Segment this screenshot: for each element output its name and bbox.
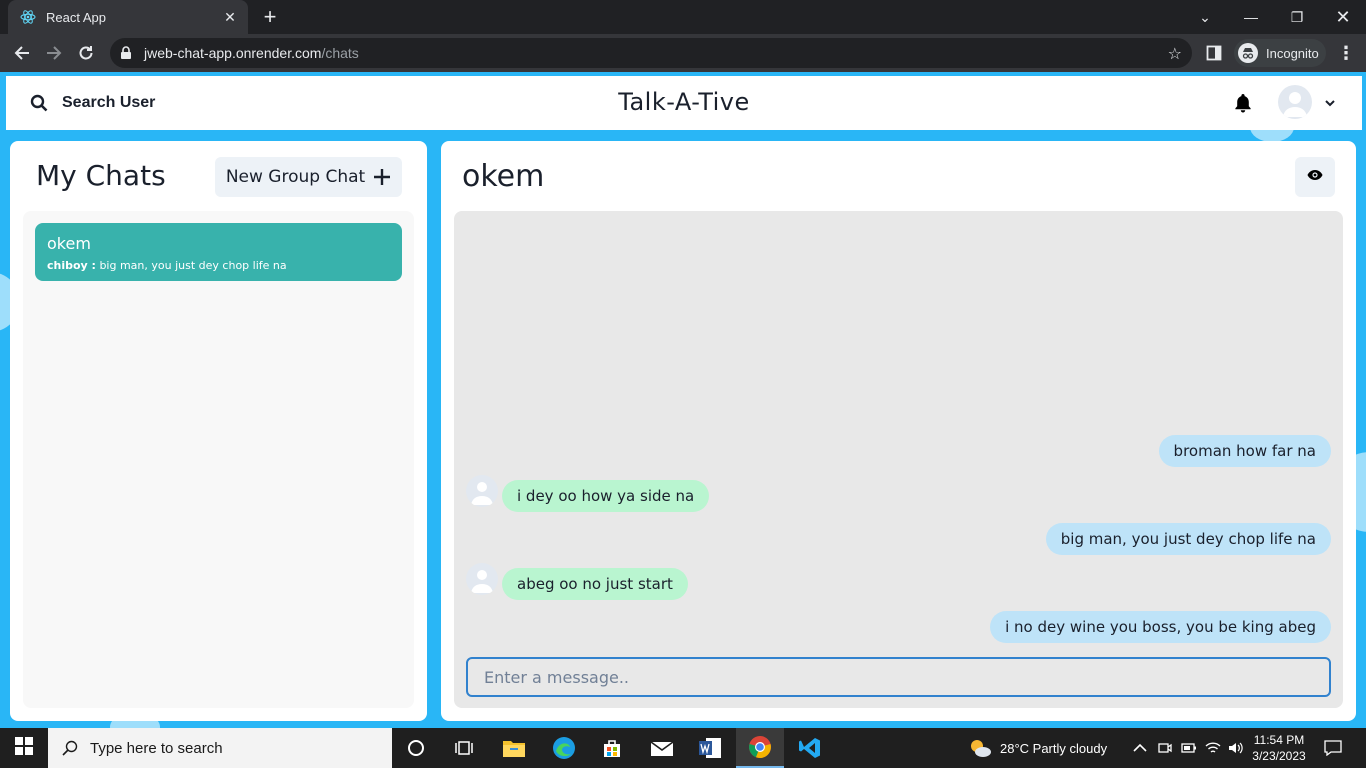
chat-item-name: okem bbox=[47, 234, 91, 253]
microsoft-store-icon[interactable] bbox=[588, 728, 636, 768]
volume-icon[interactable] bbox=[1228, 728, 1244, 768]
sender-avatar bbox=[466, 563, 498, 595]
minimize-button[interactable]: — bbox=[1228, 0, 1274, 34]
profile-menu-button[interactable] bbox=[1278, 85, 1336, 119]
new-group-chat-button[interactable]: New Group Chat bbox=[215, 157, 402, 197]
new-group-chat-label: New Group Chat bbox=[225, 167, 366, 187]
app-header: Search User Talk-A-Tive bbox=[6, 76, 1362, 130]
taskbar-search-placeholder: Type here to search bbox=[90, 739, 223, 757]
taskbar-clock[interactable]: 11:54 PM 3/23/2023 bbox=[1248, 732, 1310, 764]
word-icon[interactable] bbox=[686, 728, 734, 768]
side-panel-icon[interactable] bbox=[1202, 41, 1226, 65]
partly-cloudy-icon bbox=[968, 737, 992, 759]
chat-item-latest-message: chiboy : big man, you just dey chop life… bbox=[47, 259, 390, 272]
message-bubble-received: i dey oo how ya side na bbox=[502, 480, 710, 512]
task-view-icon[interactable] bbox=[440, 728, 488, 768]
incognito-label: Incognito bbox=[1266, 45, 1319, 61]
browser-toolbar: jweb-chat-app.onrender.com/chats ☆ Incog… bbox=[0, 34, 1366, 72]
windows-taskbar: Type here to search 28°C Partly cloudy 1… bbox=[0, 728, 1366, 768]
chat-header-name: okem bbox=[462, 159, 545, 194]
battery-icon[interactable] bbox=[1181, 728, 1197, 768]
react-logo-icon bbox=[20, 9, 36, 25]
chat-list: okem chiboy : big man, you just dey chop… bbox=[23, 211, 414, 708]
message-bubble-sent: big man, you just dey chop life na bbox=[1045, 523, 1331, 555]
windows-logo-icon bbox=[15, 736, 33, 760]
lock-icon bbox=[120, 46, 134, 60]
clock-time: 11:54 PM bbox=[1253, 733, 1305, 747]
weather-text: 28°C Partly cloudy bbox=[1000, 740, 1108, 756]
app-title: Talk-A-Tive bbox=[618, 88, 750, 116]
browser-tab[interactable]: React App ✕ bbox=[8, 0, 248, 34]
view-profile-button[interactable] bbox=[1295, 157, 1335, 197]
incognito-badge[interactable]: Incognito bbox=[1234, 39, 1326, 67]
latest-message-sender: chiboy : bbox=[47, 259, 96, 272]
notifications-icon[interactable] bbox=[1324, 728, 1342, 768]
message-input[interactable] bbox=[466, 657, 1331, 697]
taskbar-search-box[interactable]: Type here to search bbox=[48, 728, 392, 768]
browser-menu-icon[interactable]: ⋮ bbox=[1334, 41, 1358, 65]
edge-browser-icon[interactable] bbox=[540, 728, 588, 768]
url-path: /chats bbox=[321, 45, 359, 61]
chat-list-item[interactable]: okem chiboy : big man, you just dey chop… bbox=[35, 223, 402, 281]
messages-area: broman how far na i dey oo how ya side n… bbox=[454, 211, 1343, 708]
chevron-down-icon bbox=[1324, 96, 1336, 108]
mail-icon[interactable] bbox=[638, 728, 686, 768]
avatar bbox=[1278, 85, 1312, 119]
restore-button[interactable]: ❐ bbox=[1274, 0, 1320, 34]
cortana-icon[interactable] bbox=[392, 728, 440, 768]
chrome-icon[interactable] bbox=[736, 728, 784, 768]
search-icon bbox=[62, 740, 78, 756]
new-tab-button[interactable]: + bbox=[258, 5, 282, 29]
sender-avatar bbox=[466, 475, 498, 507]
eye-icon bbox=[1307, 168, 1323, 186]
my-chats-title: My Chats bbox=[36, 159, 166, 192]
notification-bell-icon[interactable] bbox=[1232, 92, 1254, 114]
tray-overflow-chevron-icon[interactable] bbox=[1133, 728, 1147, 768]
page-viewport: Search User Talk-A-Tive My Chats New Gro… bbox=[0, 72, 1366, 728]
message-bubble-sent: i no dey wine you boss, you be king abeg bbox=[990, 611, 1331, 643]
start-button[interactable] bbox=[0, 728, 48, 768]
tab-search-chevron-icon[interactable]: ⌄ bbox=[1182, 0, 1228, 34]
browser-tab-bar: React App ✕ + ⌄ — ❐ ✕ bbox=[0, 0, 1366, 34]
chat-panel: okem broman how far na i dey oo how ya s… bbox=[441, 141, 1356, 721]
bookmark-star-icon[interactable]: ☆ bbox=[1168, 44, 1182, 64]
address-bar[interactable]: jweb-chat-app.onrender.com/chats ☆ bbox=[110, 38, 1192, 68]
weather-widget[interactable]: 28°C Partly cloudy bbox=[968, 728, 1107, 768]
vscode-icon[interactable] bbox=[786, 728, 834, 768]
incognito-icon bbox=[1238, 43, 1258, 63]
wifi-icon[interactable] bbox=[1205, 728, 1221, 768]
meet-now-icon[interactable] bbox=[1158, 728, 1172, 768]
url-text: jweb-chat-app.onrender.com/chats bbox=[144, 45, 359, 61]
plus-icon bbox=[373, 168, 391, 186]
close-window-button[interactable]: ✕ bbox=[1320, 0, 1366, 34]
latest-message-text: big man, you just dey chop life na bbox=[95, 259, 287, 272]
back-button[interactable] bbox=[10, 41, 34, 65]
message-bubble-received: abeg oo no just start bbox=[502, 568, 688, 600]
tab-title: React App bbox=[46, 9, 106, 25]
close-tab-icon[interactable]: ✕ bbox=[222, 9, 238, 25]
my-chats-panel: My Chats New Group Chat okem chiboy : bi… bbox=[10, 141, 427, 721]
reload-button[interactable] bbox=[74, 41, 98, 65]
message-bubble-sent: broman how far na bbox=[1158, 435, 1331, 467]
file-explorer-icon[interactable] bbox=[490, 728, 538, 768]
url-host: jweb-chat-app.onrender.com bbox=[144, 45, 322, 61]
clock-date: 3/23/2023 bbox=[1252, 749, 1306, 763]
forward-button[interactable] bbox=[42, 41, 66, 65]
